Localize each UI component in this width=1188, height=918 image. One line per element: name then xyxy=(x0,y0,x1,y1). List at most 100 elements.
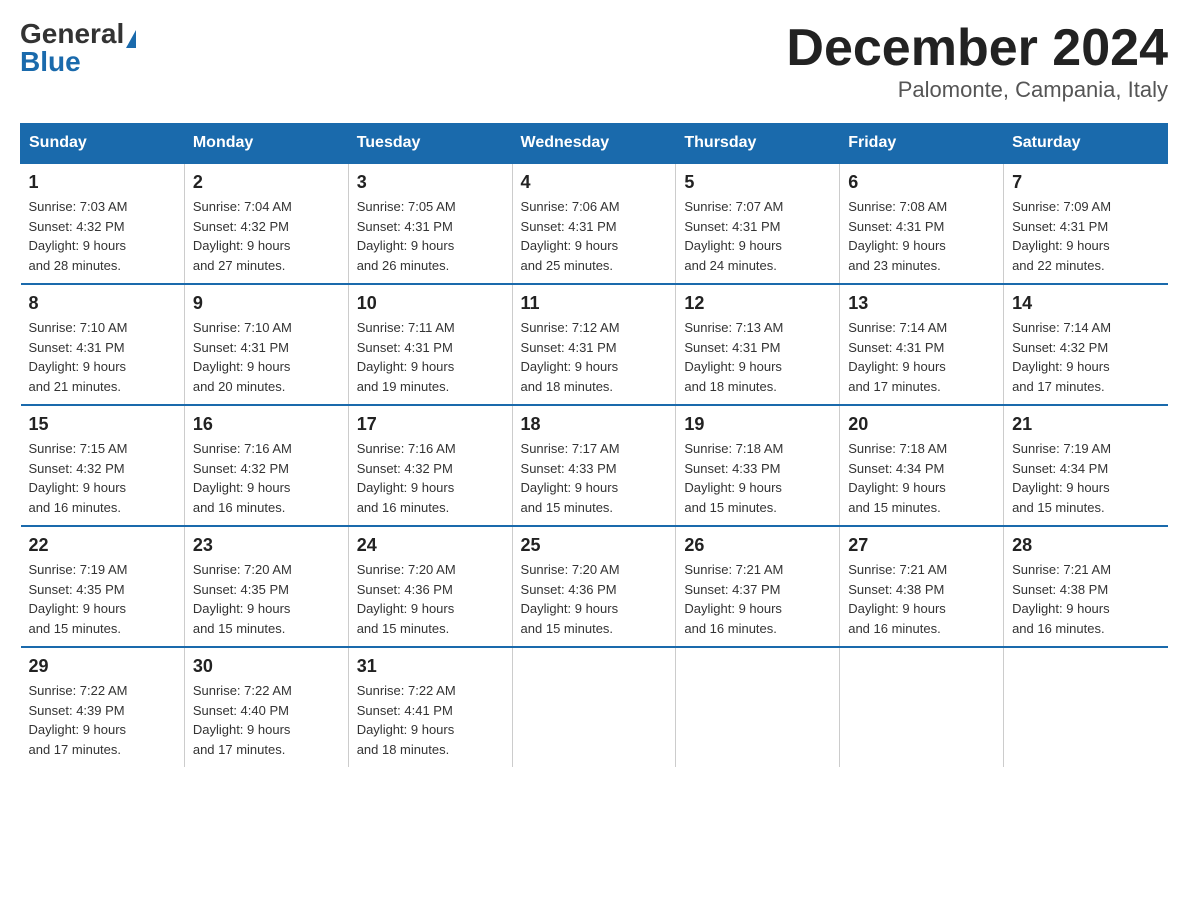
calendar-table: Sunday Monday Tuesday Wednesday Thursday… xyxy=(20,123,1168,767)
calendar-week-row: 1 Sunrise: 7:03 AM Sunset: 4:32 PM Dayli… xyxy=(21,163,1168,284)
day-info: Sunrise: 7:13 AM Sunset: 4:31 PM Dayligh… xyxy=(684,318,831,396)
day-number: 18 xyxy=(521,414,668,435)
page-header: General Blue December 2024 Palomonte, Ca… xyxy=(20,20,1168,103)
day-number: 17 xyxy=(357,414,504,435)
day-number: 24 xyxy=(357,535,504,556)
day-number: 10 xyxy=(357,293,504,314)
day-info: Sunrise: 7:10 AM Sunset: 4:31 PM Dayligh… xyxy=(193,318,340,396)
calendar-week-row: 29 Sunrise: 7:22 AM Sunset: 4:39 PM Dayl… xyxy=(21,647,1168,767)
day-number: 12 xyxy=(684,293,831,314)
calendar-cell: 19 Sunrise: 7:18 AM Sunset: 4:33 PM Dayl… xyxy=(676,405,840,526)
day-number: 5 xyxy=(684,172,831,193)
day-number: 14 xyxy=(1012,293,1159,314)
calendar-cell: 6 Sunrise: 7:08 AM Sunset: 4:31 PM Dayli… xyxy=(840,163,1004,284)
calendar-cell: 18 Sunrise: 7:17 AM Sunset: 4:33 PM Dayl… xyxy=(512,405,676,526)
calendar-cell: 3 Sunrise: 7:05 AM Sunset: 4:31 PM Dayli… xyxy=(348,163,512,284)
day-info: Sunrise: 7:14 AM Sunset: 4:31 PM Dayligh… xyxy=(848,318,995,396)
day-number: 20 xyxy=(848,414,995,435)
logo-blue-text: Blue xyxy=(20,48,81,76)
day-number: 1 xyxy=(29,172,176,193)
day-number: 19 xyxy=(684,414,831,435)
logo-top-line: General xyxy=(20,20,136,48)
day-number: 31 xyxy=(357,656,504,677)
calendar-cell: 14 Sunrise: 7:14 AM Sunset: 4:32 PM Dayl… xyxy=(1004,284,1168,405)
day-number: 9 xyxy=(193,293,340,314)
day-number: 23 xyxy=(193,535,340,556)
col-saturday: Saturday xyxy=(1004,124,1168,164)
day-info: Sunrise: 7:17 AM Sunset: 4:33 PM Dayligh… xyxy=(521,439,668,517)
day-info: Sunrise: 7:16 AM Sunset: 4:32 PM Dayligh… xyxy=(357,439,504,517)
calendar-week-row: 22 Sunrise: 7:19 AM Sunset: 4:35 PM Dayl… xyxy=(21,526,1168,647)
calendar-cell: 12 Sunrise: 7:13 AM Sunset: 4:31 PM Dayl… xyxy=(676,284,840,405)
day-info: Sunrise: 7:11 AM Sunset: 4:31 PM Dayligh… xyxy=(357,318,504,396)
day-number: 11 xyxy=(521,293,668,314)
day-info: Sunrise: 7:20 AM Sunset: 4:36 PM Dayligh… xyxy=(521,560,668,638)
day-number: 30 xyxy=(193,656,340,677)
title-block: December 2024 Palomonte, Campania, Italy xyxy=(786,20,1168,103)
col-wednesday: Wednesday xyxy=(512,124,676,164)
calendar-cell: 27 Sunrise: 7:21 AM Sunset: 4:38 PM Dayl… xyxy=(840,526,1004,647)
calendar-cell: 25 Sunrise: 7:20 AM Sunset: 4:36 PM Dayl… xyxy=(512,526,676,647)
calendar-cell: 21 Sunrise: 7:19 AM Sunset: 4:34 PM Dayl… xyxy=(1004,405,1168,526)
calendar-cell: 29 Sunrise: 7:22 AM Sunset: 4:39 PM Dayl… xyxy=(21,647,185,767)
logo-general-text: General xyxy=(20,18,124,49)
col-tuesday: Tuesday xyxy=(348,124,512,164)
calendar-cell: 5 Sunrise: 7:07 AM Sunset: 4:31 PM Dayli… xyxy=(676,163,840,284)
calendar-header: Sunday Monday Tuesday Wednesday Thursday… xyxy=(21,124,1168,164)
calendar-week-row: 15 Sunrise: 7:15 AM Sunset: 4:32 PM Dayl… xyxy=(21,405,1168,526)
day-info: Sunrise: 7:22 AM Sunset: 4:40 PM Dayligh… xyxy=(193,681,340,759)
calendar-cell: 31 Sunrise: 7:22 AM Sunset: 4:41 PM Dayl… xyxy=(348,647,512,767)
calendar-cell: 11 Sunrise: 7:12 AM Sunset: 4:31 PM Dayl… xyxy=(512,284,676,405)
day-info: Sunrise: 7:21 AM Sunset: 4:38 PM Dayligh… xyxy=(1012,560,1159,638)
col-friday: Friday xyxy=(840,124,1004,164)
day-number: 7 xyxy=(1012,172,1159,193)
day-info: Sunrise: 7:08 AM Sunset: 4:31 PM Dayligh… xyxy=(848,197,995,275)
day-info: Sunrise: 7:21 AM Sunset: 4:37 PM Dayligh… xyxy=(684,560,831,638)
day-info: Sunrise: 7:19 AM Sunset: 4:34 PM Dayligh… xyxy=(1012,439,1159,517)
calendar-cell: 23 Sunrise: 7:20 AM Sunset: 4:35 PM Dayl… xyxy=(184,526,348,647)
day-info: Sunrise: 7:09 AM Sunset: 4:31 PM Dayligh… xyxy=(1012,197,1159,275)
logo-triangle-icon xyxy=(126,30,136,48)
calendar-cell: 8 Sunrise: 7:10 AM Sunset: 4:31 PM Dayli… xyxy=(21,284,185,405)
day-info: Sunrise: 7:04 AM Sunset: 4:32 PM Dayligh… xyxy=(193,197,340,275)
col-thursday: Thursday xyxy=(676,124,840,164)
calendar-cell: 16 Sunrise: 7:16 AM Sunset: 4:32 PM Dayl… xyxy=(184,405,348,526)
day-number: 16 xyxy=(193,414,340,435)
days-of-week-row: Sunday Monday Tuesday Wednesday Thursday… xyxy=(21,124,1168,164)
calendar-cell: 22 Sunrise: 7:19 AM Sunset: 4:35 PM Dayl… xyxy=(21,526,185,647)
calendar-cell xyxy=(512,647,676,767)
calendar-cell: 4 Sunrise: 7:06 AM Sunset: 4:31 PM Dayli… xyxy=(512,163,676,284)
calendar-cell: 13 Sunrise: 7:14 AM Sunset: 4:31 PM Dayl… xyxy=(840,284,1004,405)
day-number: 22 xyxy=(29,535,176,556)
day-info: Sunrise: 7:03 AM Sunset: 4:32 PM Dayligh… xyxy=(29,197,176,275)
day-info: Sunrise: 7:05 AM Sunset: 4:31 PM Dayligh… xyxy=(357,197,504,275)
calendar-cell xyxy=(840,647,1004,767)
col-monday: Monday xyxy=(184,124,348,164)
day-info: Sunrise: 7:20 AM Sunset: 4:36 PM Dayligh… xyxy=(357,560,504,638)
day-info: Sunrise: 7:06 AM Sunset: 4:31 PM Dayligh… xyxy=(521,197,668,275)
day-number: 21 xyxy=(1012,414,1159,435)
day-info: Sunrise: 7:10 AM Sunset: 4:31 PM Dayligh… xyxy=(29,318,176,396)
day-info: Sunrise: 7:22 AM Sunset: 4:39 PM Dayligh… xyxy=(29,681,176,759)
day-info: Sunrise: 7:07 AM Sunset: 4:31 PM Dayligh… xyxy=(684,197,831,275)
calendar-cell: 10 Sunrise: 7:11 AM Sunset: 4:31 PM Dayl… xyxy=(348,284,512,405)
day-number: 29 xyxy=(29,656,176,677)
day-info: Sunrise: 7:20 AM Sunset: 4:35 PM Dayligh… xyxy=(193,560,340,638)
calendar-title: December 2024 xyxy=(786,20,1168,77)
day-info: Sunrise: 7:22 AM Sunset: 4:41 PM Dayligh… xyxy=(357,681,504,759)
calendar-cell: 30 Sunrise: 7:22 AM Sunset: 4:40 PM Dayl… xyxy=(184,647,348,767)
day-number: 4 xyxy=(521,172,668,193)
calendar-cell: 20 Sunrise: 7:18 AM Sunset: 4:34 PM Dayl… xyxy=(840,405,1004,526)
day-number: 3 xyxy=(357,172,504,193)
calendar-subtitle: Palomonte, Campania, Italy xyxy=(786,77,1168,103)
day-info: Sunrise: 7:21 AM Sunset: 4:38 PM Dayligh… xyxy=(848,560,995,638)
calendar-week-row: 8 Sunrise: 7:10 AM Sunset: 4:31 PM Dayli… xyxy=(21,284,1168,405)
day-number: 25 xyxy=(521,535,668,556)
day-number: 27 xyxy=(848,535,995,556)
day-number: 6 xyxy=(848,172,995,193)
day-number: 15 xyxy=(29,414,176,435)
col-sunday: Sunday xyxy=(21,124,185,164)
calendar-cell: 26 Sunrise: 7:21 AM Sunset: 4:37 PM Dayl… xyxy=(676,526,840,647)
calendar-cell: 7 Sunrise: 7:09 AM Sunset: 4:31 PM Dayli… xyxy=(1004,163,1168,284)
day-info: Sunrise: 7:12 AM Sunset: 4:31 PM Dayligh… xyxy=(521,318,668,396)
